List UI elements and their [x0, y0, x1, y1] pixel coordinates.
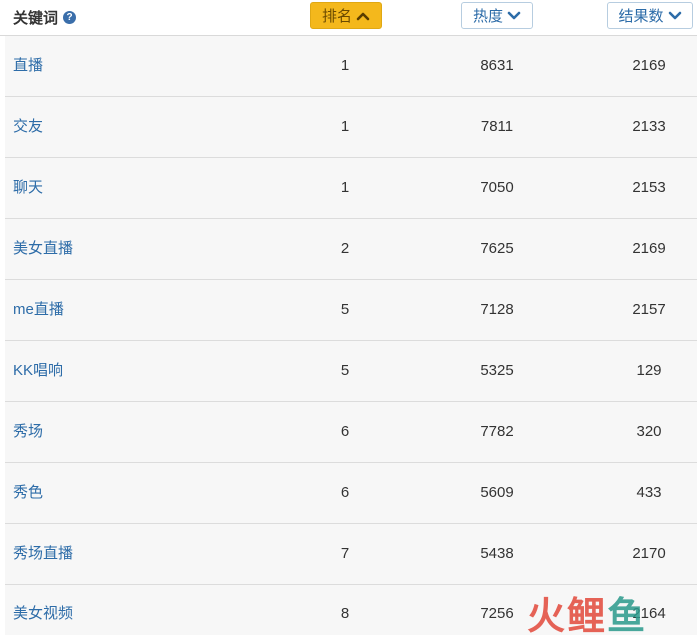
rank-value: 5: [340, 301, 350, 318]
table-row: 直播 1 8631 2169: [5, 36, 697, 97]
results-sort-label: 结果数: [618, 8, 664, 25]
heat-value: 7050: [480, 179, 514, 196]
keyword-link[interactable]: 美女直播: [13, 219, 73, 279]
keyword-table-body: 直播 1 8631 2169 交友 1 7811 2133 聊天 1 7050 …: [5, 36, 697, 635]
keyword-column-header: 关键词 ?: [13, 0, 77, 35]
chevron-up-icon: [356, 12, 370, 20]
keyword-link[interactable]: 秀场: [13, 402, 43, 462]
keyword-link[interactable]: 直播: [13, 36, 43, 96]
heat-sort-label: 热度: [472, 8, 503, 25]
sort-by-rank-button[interactable]: 排名: [310, 2, 382, 29]
heat-value: 5438: [480, 545, 514, 562]
keyword-link[interactable]: 聊天: [13, 158, 43, 218]
keyword-link[interactable]: 交友: [13, 97, 43, 157]
results-value: 129: [636, 362, 662, 379]
results-value: 2170: [632, 545, 666, 562]
chevron-down-icon: [668, 11, 681, 19]
results-value: 433: [636, 484, 662, 501]
results-value: 2157: [632, 301, 666, 318]
results-value: 2133: [632, 118, 666, 135]
heat-value: 7256: [480, 605, 514, 622]
keyword-link[interactable]: KK唱响: [13, 341, 63, 401]
rank-value: 1: [340, 179, 350, 196]
table-row: 美女视频 8 7256 2164: [5, 585, 697, 635]
rank-sort-label: 排名: [321, 8, 352, 25]
table-row: KK唱响 5 5325 129: [5, 341, 697, 402]
heat-value: 7128: [480, 301, 514, 318]
results-value: 2169: [632, 57, 666, 74]
results-value: 2169: [632, 240, 666, 257]
help-icon[interactable]: ?: [63, 11, 77, 24]
table-header: 关键词 ? 排名 热度 结果数: [0, 0, 697, 36]
rank-value: 7: [340, 545, 350, 562]
heat-value: 5609: [480, 484, 514, 501]
heat-value: 7625: [480, 240, 514, 257]
keyword-link[interactable]: 秀场直播: [13, 524, 73, 584]
chevron-down-icon: [507, 11, 521, 19]
heat-value: 7782: [480, 423, 514, 440]
heat-value: 5325: [480, 362, 514, 379]
keyword-link[interactable]: me直播: [13, 280, 64, 340]
rank-value: 8: [340, 605, 350, 622]
results-value: 320: [636, 423, 662, 440]
sort-by-heat-button[interactable]: 热度: [461, 2, 533, 29]
heat-value: 7811: [480, 118, 514, 135]
table-row: me直播 5 7128 2157: [5, 280, 697, 341]
results-value: 2164: [632, 605, 666, 622]
table-row: 秀场直播 7 5438 2170: [5, 524, 697, 585]
table-row: 美女直播 2 7625 2169: [5, 219, 697, 280]
rank-value: 1: [340, 118, 350, 135]
table-row: 交友 1 7811 2133: [5, 97, 697, 158]
rank-value: 5: [340, 362, 350, 379]
rank-value: 1: [340, 57, 350, 74]
heat-value: 8631: [480, 57, 514, 74]
rank-value: 6: [340, 423, 350, 440]
sort-by-results-button[interactable]: 结果数: [607, 2, 693, 29]
keyword-link[interactable]: 美女视频: [13, 585, 73, 635]
table-row: 秀场 6 7782 320: [5, 402, 697, 463]
rank-value: 2: [340, 240, 350, 257]
table-row: 秀色 6 5609 433: [5, 463, 697, 524]
table-row: 聊天 1 7050 2153: [5, 158, 697, 219]
keyword-header-label: 关键词: [13, 10, 59, 27]
results-value: 2153: [632, 179, 666, 196]
keyword-link[interactable]: 秀色: [13, 463, 43, 523]
rank-value: 6: [340, 484, 350, 501]
